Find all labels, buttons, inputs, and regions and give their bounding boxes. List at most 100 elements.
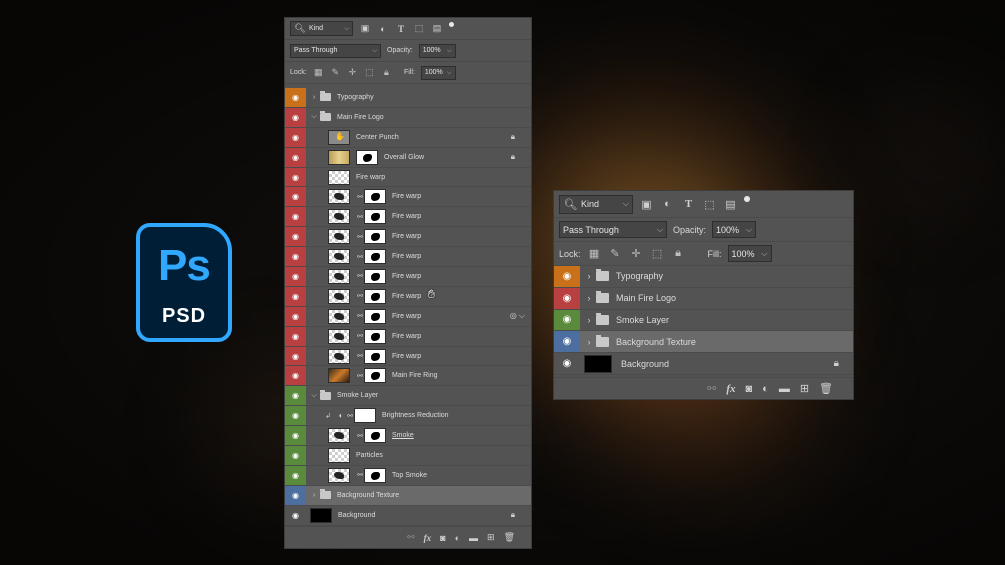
layer-row[interactable]: ◉ ⚯ Fire warp <box>285 247 531 268</box>
blend-mode-select[interactable]: Pass Through ⌵ <box>290 43 381 58</box>
new-adjustment-icon[interactable]: ◐ <box>455 533 460 543</box>
link-icon[interactable]: ⚯ <box>356 332 364 340</box>
chevron-down-icon[interactable]: ⌵ <box>310 392 318 400</box>
link-layers-icon[interactable]: ⚯ <box>707 382 716 395</box>
fx-icon[interactable]: fx <box>424 533 432 543</box>
eye-icon[interactable]: ◉ <box>285 346 306 366</box>
eye-icon[interactable]: ◉ <box>285 465 306 485</box>
lock-artboard-icon[interactable]: ⬚ <box>364 67 375 79</box>
shape-filter-icon[interactable]: ⬚ <box>413 23 425 35</box>
filter-kind-select[interactable]: 🔍︎ Kind ⌵ <box>290 21 353 36</box>
layer-row[interactable]: ◉ Particles <box>285 446 531 466</box>
link-icon[interactable]: ⚯ <box>356 253 364 261</box>
layer-row[interactable]: ◉ ⌵ Smoke Layer <box>285 386 531 407</box>
fill-input[interactable]: 100% ⌵ <box>420 65 456 80</box>
eye-icon[interactable]: ◉ <box>285 286 306 306</box>
chevron-right-icon[interactable]: › <box>310 492 318 499</box>
chevron-right-icon[interactable]: › <box>584 315 594 325</box>
new-adjustment-icon[interactable]: ◐ <box>762 383 769 395</box>
add-mask-icon[interactable]: ◙ <box>440 533 445 543</box>
smart-object-filter-icon[interactable]: ▤ <box>723 197 738 212</box>
adjustment-filter-icon[interactable]: ◐ <box>660 197 675 212</box>
lock-image-icon[interactable]: ✎ <box>330 67 341 79</box>
lock-position-icon[interactable]: ✛ <box>629 246 644 261</box>
link-icon[interactable]: ⚯ <box>356 352 364 360</box>
eye-icon[interactable]: ◉ <box>285 446 306 465</box>
layer-row[interactable]: ◉ ⚯ Main Fire Ring <box>285 366 531 387</box>
lock-transparent-icon[interactable]: ▦ <box>587 246 602 261</box>
layer-row[interactable]: ◉ ⚯ Fire warp ◎ ⌵ <box>285 306 531 327</box>
eye-icon[interactable]: ◉ <box>285 485 306 505</box>
lock-all-icon[interactable]: 🔒︎ <box>381 67 392 79</box>
chevron-right-icon[interactable]: › <box>584 293 594 303</box>
type-filter-icon[interactable]: T <box>395 23 407 35</box>
layer-row[interactable]: ◉ Background 🔒︎ <box>285 506 531 526</box>
layer-row[interactable]: ◉ › Typography <box>554 266 853 288</box>
layer-row[interactable]: ◉ ⚯ Top Smoke <box>285 465 531 486</box>
layer-row[interactable]: ◉ Overall Glow 🔒︎ <box>285 147 531 168</box>
eye-icon[interactable]: ◉ <box>285 306 306 326</box>
smart-object-filter-icon[interactable]: ▤ <box>431 23 443 35</box>
new-group-icon[interactable]: ▬ <box>779 383 790 395</box>
lock-image-icon[interactable]: ✎ <box>608 246 623 261</box>
adjustment-filter-icon[interactable]: ◐ <box>377 23 389 35</box>
new-layer-icon[interactable]: ⊞ <box>800 382 809 395</box>
eye-icon[interactable]: ◉ <box>554 309 580 331</box>
layer-row[interactable]: ◉ ⚯ Fire warp <box>285 227 531 248</box>
eye-icon[interactable]: ◉ <box>285 366 306 386</box>
trash-icon[interactable]: 🗑︎ <box>819 382 833 395</box>
eye-icon[interactable]: ◉ <box>285 147 306 167</box>
new-group-icon[interactable]: ▬ <box>469 533 478 543</box>
lock-transparent-icon[interactable]: ▦ <box>313 67 324 79</box>
layer-row[interactable]: ◉ ⚯ Fire warp <box>285 326 531 347</box>
link-icon[interactable]: ⚯ <box>356 471 364 479</box>
layer-row[interactable]: ◉ Background 🔒︎ <box>554 353 853 375</box>
eye-icon[interactable]: ◉ <box>554 266 580 287</box>
eye-icon[interactable]: ◉ <box>285 267 306 286</box>
trash-icon[interactable]: 🗑︎ <box>504 532 515 543</box>
link-icon[interactable]: ⚯ <box>356 312 364 320</box>
link-icon[interactable]: ⚯ <box>356 233 364 241</box>
eye-icon[interactable]: ◉ <box>285 187 306 207</box>
chevron-right-icon[interactable]: › <box>584 271 594 281</box>
opacity-input[interactable]: 100% ⌵ <box>418 43 456 58</box>
add-mask-icon[interactable]: ◙ <box>746 383 753 395</box>
filter-toggle-icon[interactable] <box>449 22 454 27</box>
link-icon[interactable]: ⚯ <box>356 292 364 300</box>
layer-row[interactable]: ◉ ⚯ Smoke <box>285 426 531 447</box>
layer-row[interactable]: ◉ ↲ ◐ ⚯ Brightness Reduction <box>285 406 531 427</box>
layer-row[interactable]: ◉ ⌵ Main Fire Logo <box>285 107 531 128</box>
eye-icon[interactable]: ◉ <box>285 506 306 525</box>
eye-icon[interactable]: ◉ <box>285 247 306 267</box>
eye-icon[interactable]: ◉ <box>285 88 306 107</box>
new-layer-icon[interactable]: ⊞ <box>487 532 495 543</box>
eye-icon[interactable]: ◉ <box>554 287 580 309</box>
link-icon[interactable]: ⚯ <box>346 412 354 420</box>
chevron-right-icon[interactable]: › <box>310 94 318 101</box>
eye-icon[interactable]: ◉ <box>285 127 306 147</box>
lock-all-icon[interactable]: 🔒︎ <box>671 246 686 261</box>
eye-icon[interactable]: ◉ <box>285 107 306 127</box>
layer-row[interactable]: ◉ Fire warp <box>285 167 531 188</box>
chevron-right-icon[interactable]: › <box>584 337 594 347</box>
link-icon[interactable]: ⚯ <box>356 213 364 221</box>
filter-toggle-icon[interactable] <box>744 196 750 202</box>
link-icon[interactable]: ⚯ <box>356 193 364 201</box>
layer-row[interactable]: ◉ ⚯ Fire warp <box>285 286 531 307</box>
fill-input[interactable]: 100% ⌵ <box>727 245 772 262</box>
shape-filter-icon[interactable]: ⬚ <box>702 197 717 212</box>
layer-row[interactable]: ◉ ⚯ Fire warp <box>285 346 531 367</box>
layer-row[interactable]: ◉ › Main Fire Logo <box>554 287 853 310</box>
link-layers-icon[interactable]: ⚯ <box>407 532 415 543</box>
eye-icon[interactable]: ◉ <box>285 227 306 247</box>
lock-position-icon[interactable]: ✛ <box>347 67 358 79</box>
layer-row[interactable]: ◉ Center Punch 🔒︎ <box>285 127 531 148</box>
eye-icon[interactable]: ◉ <box>285 426 306 446</box>
chevron-down-icon[interactable]: ⌵ <box>310 113 318 121</box>
fx-icon[interactable]: fx <box>726 383 735 395</box>
eye-icon[interactable]: ◉ <box>554 331 580 353</box>
link-icon[interactable]: ⚯ <box>356 372 364 380</box>
image-filter-icon[interactable]: ▣ <box>359 23 371 35</box>
layer-row[interactable]: ◉ ⚯ Fire warp <box>285 267 531 287</box>
link-icon[interactable]: ⚯ <box>356 272 364 280</box>
